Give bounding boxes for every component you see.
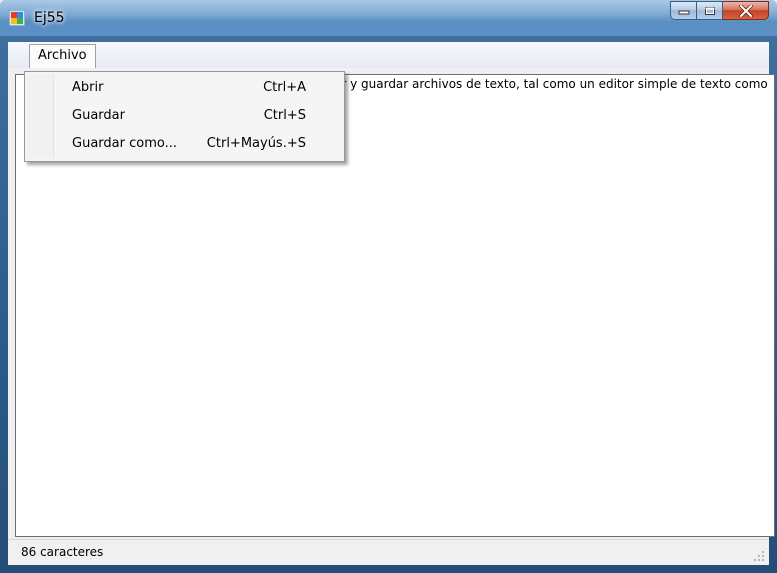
caption-buttons (670, 1, 769, 21)
status-bar: 86 caracteres (8, 539, 769, 565)
menu-item-label: Guardar como... (72, 136, 177, 151)
menu-item-guardar-como[interactable]: Guardar como... Ctrl+Mayús.+S (27, 131, 342, 157)
maximize-icon (704, 6, 715, 15)
menu-archivo[interactable]: Archivo (29, 44, 96, 68)
minimize-icon (678, 10, 689, 14)
archivo-dropdown-menu: Abrir Ctrl+A Guardar Ctrl+S Guardar como… (24, 71, 345, 162)
minimize-button[interactable] (670, 1, 697, 20)
menu-item-shortcut: Ctrl+S (263, 108, 306, 123)
close-button[interactable] (723, 1, 769, 20)
app-window: Ej55 Archivo ar y guardar archivos de te… (0, 0, 777, 573)
resize-grip-icon[interactable] (753, 550, 765, 562)
maximize-button[interactable] (697, 1, 723, 20)
menu-item-label: Guardar (72, 108, 125, 123)
app-icon[interactable] (9, 10, 25, 26)
title-bar[interactable]: Ej55 (0, 0, 777, 36)
menu-item-label: Abrir (72, 80, 104, 95)
close-icon (738, 4, 753, 17)
menu-item-guardar[interactable]: Guardar Ctrl+S (27, 103, 342, 129)
char-count-label: 86 caracteres (21, 545, 104, 559)
menu-item-abrir[interactable]: Abrir Ctrl+A (27, 75, 342, 101)
menu-bar: Archivo (8, 42, 769, 68)
menu-item-shortcut: Ctrl+Mayús.+S (206, 136, 306, 151)
menu-item-shortcut: Ctrl+A (263, 80, 306, 95)
window-title: Ej55 (34, 10, 65, 26)
